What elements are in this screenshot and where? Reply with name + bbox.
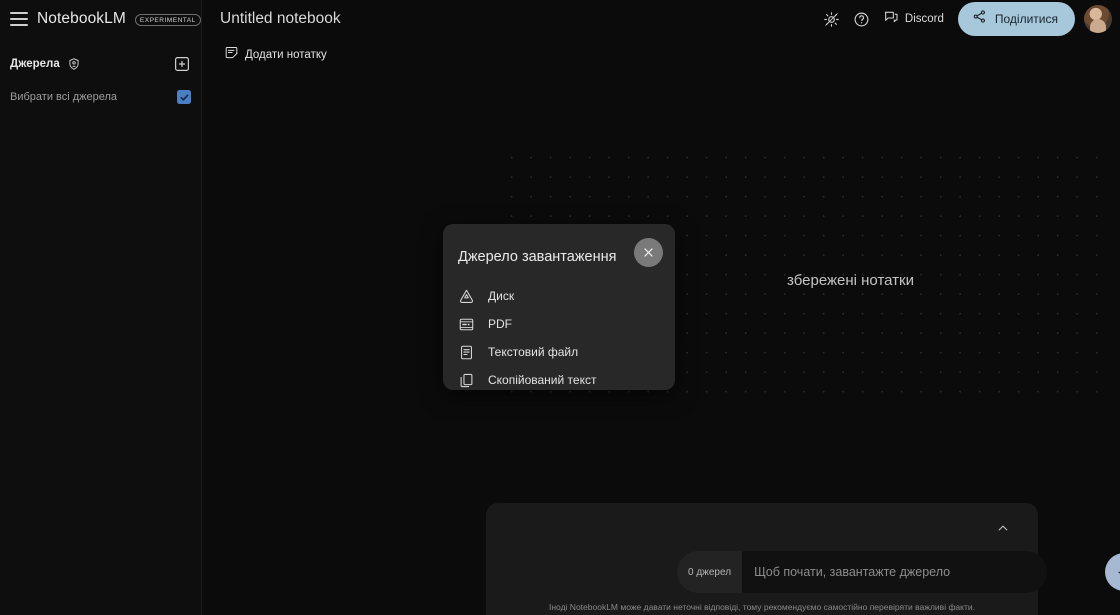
add-note-button[interactable]: Додати нотатку xyxy=(224,45,327,65)
google-drive-icon xyxy=(458,288,475,305)
brightness-icon[interactable] xyxy=(817,4,847,34)
source-option-drive[interactable]: Диск xyxy=(443,282,675,310)
source-option-label: Скопійований текст xyxy=(488,373,597,387)
source-option-label: Диск xyxy=(488,289,515,303)
sources-title: Джерела xyxy=(10,58,60,70)
chat-composer: 0 джерел xyxy=(677,551,1047,593)
share-label: Поділитися xyxy=(994,12,1058,26)
disclaimer-text: Іноді NotebookLM може давати неточні від… xyxy=(549,602,975,612)
discord-chat-icon xyxy=(883,9,899,30)
share-icon xyxy=(972,9,987,29)
chat-panel: 0 джерел Іноді NotebookLM може давати не… xyxy=(486,503,1120,615)
chat-input[interactable] xyxy=(742,565,1047,579)
source-count-chip[interactable]: 0 джерел xyxy=(677,551,743,593)
experimental-badge: EXPERIMENTAL xyxy=(134,13,201,27)
user-avatar[interactable] xyxy=(1084,5,1112,33)
select-all-checkbox[interactable] xyxy=(177,90,191,104)
source-option-text-file[interactable]: Текстовий файл xyxy=(443,338,675,366)
brand-row: NotebookLM EXPERIMENTAL xyxy=(0,0,201,38)
copy-icon xyxy=(458,372,475,389)
select-all-sources-row[interactable]: Вибрати всі джерела xyxy=(0,87,201,107)
dialog-title: Джерело завантаження xyxy=(458,248,617,265)
source-count-label: 0 джерел xyxy=(688,566,732,578)
sources-header: Джерела xyxy=(0,53,201,75)
help-circle-icon[interactable] xyxy=(847,4,877,34)
brand-name: NotebookLM xyxy=(37,10,126,27)
discord-button[interactable]: Discord xyxy=(877,4,952,34)
hamburger-icon[interactable] xyxy=(10,12,28,26)
notebook-title[interactable]: Untitled notebook xyxy=(220,10,341,28)
add-note-label: Додати нотатку xyxy=(245,49,327,61)
sidebar: NotebookLM EXPERIMENTAL Джерела Вибрати … xyxy=(0,0,202,615)
select-all-label: Вибрати всі джерела xyxy=(10,91,118,103)
source-option-label: PDF xyxy=(488,317,512,331)
pdf-file-icon xyxy=(458,316,475,333)
topbar: Untitled notebook Discord Поділитися xyxy=(202,0,1120,38)
upload-source-dialog: Джерело завантаження Диск PDF Текстовий … xyxy=(443,224,675,390)
text-file-icon xyxy=(458,344,475,361)
source-option-label: Текстовий файл xyxy=(488,345,579,359)
share-button[interactable]: Поділитися xyxy=(957,2,1075,36)
add-source-button[interactable] xyxy=(173,55,191,73)
source-type-list: Диск PDF Текстовий файл Скопійований тек… xyxy=(443,282,675,394)
note-add-icon xyxy=(224,45,239,65)
source-option-copied-text[interactable]: Скопійований текст xyxy=(443,366,675,394)
main-area: Untitled notebook Discord Поділитися Дод… xyxy=(202,0,1120,615)
dialog-header: Джерело завантаження xyxy=(443,224,675,271)
topbar-actions: Discord Поділитися xyxy=(817,2,1120,36)
shield-icon xyxy=(67,57,81,71)
saved-notes-text: збережені нотатки xyxy=(787,272,914,289)
chevron-up-icon[interactable] xyxy=(996,521,1012,537)
source-option-pdf[interactable]: PDF xyxy=(443,310,675,338)
discord-label: Discord xyxy=(904,13,944,25)
send-button[interactable] xyxy=(1105,553,1120,591)
close-icon[interactable] xyxy=(634,238,663,267)
